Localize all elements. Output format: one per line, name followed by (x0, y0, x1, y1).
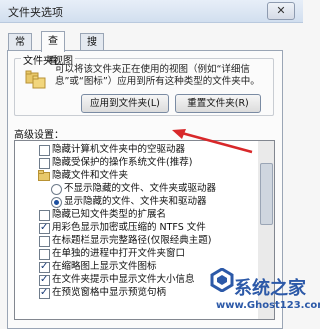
folder-views-description: 可以将该文件夹正在使用的视图（例如“详细信息”或“图标”）应用到所有这种类型的文… (55, 64, 260, 87)
reset-folders-button[interactable]: 重置文件夹(R) (175, 94, 261, 113)
advanced-settings-label: 高级设置： (14, 130, 64, 141)
folder-views-icon (25, 70, 46, 89)
dont-show-hidden-radio[interactable] (51, 184, 62, 195)
tab-view[interactable]: 查看 (41, 31, 65, 67)
close-button[interactable]: ✕ (267, 2, 295, 20)
scrollbar-thumb[interactable] (260, 163, 273, 225)
hide-protected-os-files-checkbox[interactable] (39, 158, 50, 169)
folder-icon (38, 170, 50, 181)
preview-handlers-checkbox[interactable] (39, 286, 50, 299)
tab-general[interactable]: 常规 (8, 33, 32, 65)
watermark-logo-icon (210, 268, 234, 292)
apply-to-folders-button[interactable]: 应用到文件夹(L) (81, 94, 169, 113)
watermark: 系统之家 www.Ghost123.com (210, 268, 320, 327)
watermark-title: 系统之家 (234, 278, 306, 299)
folder-tip-size-checkbox[interactable] (39, 273, 50, 286)
close-icon: ✕ (276, 4, 286, 17)
watermark-url: www.Ghost123.com (216, 300, 320, 311)
separate-process-checkbox[interactable] (39, 249, 50, 260)
show-hidden-radio[interactable] (51, 197, 62, 208)
window-title: 文件夹选项 (8, 6, 63, 19)
thumbnail-icon-checkbox[interactable] (39, 260, 50, 273)
hide-extensions-checkbox[interactable] (39, 210, 50, 221)
color-ntfs-checkbox[interactable] (39, 221, 50, 234)
tab-search[interactable]: 搜索 (80, 33, 104, 65)
hide-empty-drives-checkbox[interactable] (39, 145, 50, 156)
title-bar: 文件夹选项 ✕ (0, 0, 303, 23)
full-path-title-checkbox[interactable] (39, 236, 50, 247)
